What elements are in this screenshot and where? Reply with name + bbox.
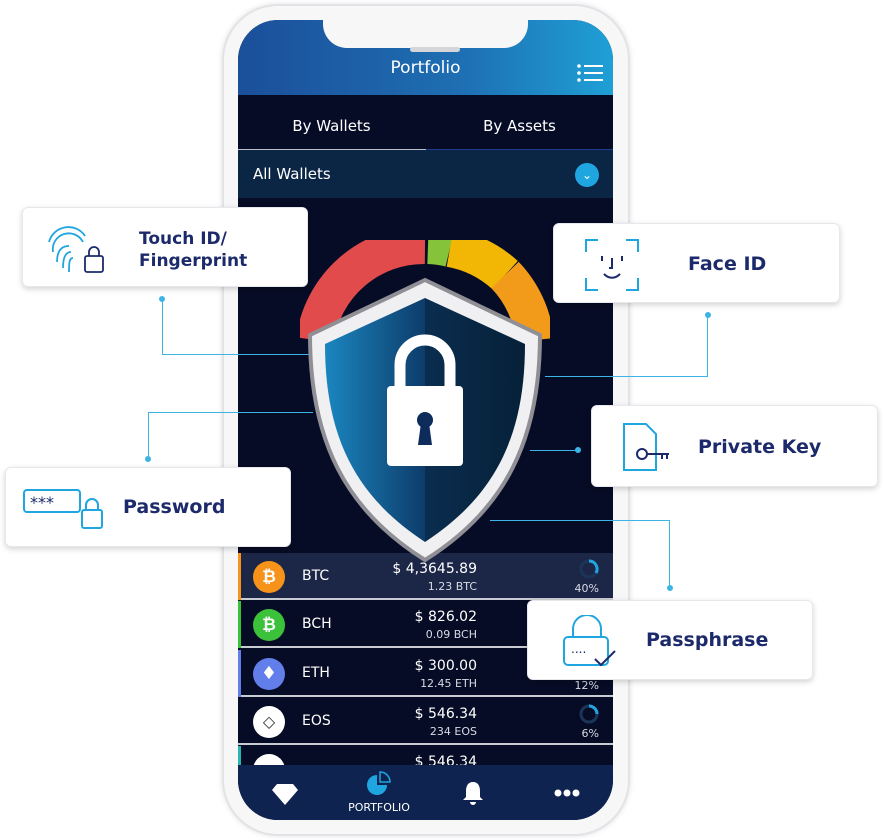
connector [148, 412, 313, 460]
bitcoin-cash-icon: ₿ [253, 609, 285, 641]
feature-card-password: *** Password [5, 467, 291, 547]
passphrase-lock-icon: .... [563, 615, 616, 667]
asset-amount: 12.45 ETH [420, 677, 477, 690]
asset-amount: 0.09 BCH [425, 628, 477, 641]
feature-card-passphrase: .... Passphrase [527, 600, 813, 680]
connector [545, 315, 708, 377]
more-icon [554, 789, 580, 797]
asset-symbol: ETH [302, 665, 330, 681]
tab-by-wallets[interactable]: By Wallets [238, 117, 425, 135]
diamond-icon [272, 784, 298, 805]
list-menu-icon[interactable] [577, 64, 603, 82]
nav-diamond[interactable] [238, 765, 332, 820]
connector-dot [159, 296, 165, 302]
nav-notifications[interactable] [426, 765, 520, 820]
connector-dot [145, 456, 151, 462]
bottom-nav: PORTFOLIO [238, 765, 613, 820]
asset-usd: $ 826.02 [414, 609, 477, 625]
asset-percent: 12% [574, 679, 599, 692]
feature-label: Passphrase [646, 629, 769, 651]
asset-symbol: EOS [302, 713, 331, 729]
tab-by-assets[interactable]: By Assets [426, 117, 613, 135]
connector-dot [575, 447, 581, 453]
svg-text:....: .... [571, 642, 586, 656]
ethereum-icon: ♦ [253, 658, 285, 690]
asset-amount: 1.23 BTC [427, 580, 477, 593]
feature-label: Touch ID/ Fingerprint [139, 229, 248, 271]
speaker [410, 47, 460, 52]
asset-symbol: BCH [302, 616, 332, 632]
asset-usd: $ 546.34 [414, 706, 477, 722]
nav-portfolio[interactable]: PORTFOLIO [332, 765, 426, 820]
page-title: Portfolio [390, 58, 461, 78]
feature-card-private-key: Private Key [591, 405, 878, 487]
feature-label: Password [123, 496, 226, 518]
feature-label: Face ID [688, 253, 767, 275]
password-icon: *** [23, 489, 103, 529]
bitcoin-icon: ₿ [253, 561, 285, 593]
notch [323, 20, 528, 48]
key-document-icon [623, 423, 669, 471]
eos-icon: ◇ [253, 706, 285, 738]
wallet-selector-value: All Wallets [253, 165, 331, 183]
connector [162, 300, 312, 355]
nav-label: PORTFOLIO [348, 801, 410, 814]
feature-card-touch-id: Touch ID/ Fingerprint [22, 207, 308, 287]
wallet-selector[interactable]: All Wallets ⌄ [238, 150, 613, 198]
svg-text:***: *** [30, 493, 54, 512]
feature-card-face-id: Face ID [553, 223, 840, 303]
fingerprint-icon [48, 226, 104, 273]
shield-lock-icon [300, 240, 550, 563]
connector-dot [705, 312, 711, 318]
face-id-icon [585, 239, 639, 291]
tab-bar: By Wallets By Assets [238, 95, 613, 151]
nav-more[interactable] [520, 765, 613, 820]
bell-icon [463, 782, 483, 805]
asset-symbol: BTC [302, 568, 330, 584]
percent-ring-icon [579, 704, 599, 724]
chevron-down-icon[interactable]: ⌄ [575, 163, 599, 187]
asset-percent: 6% [581, 727, 599, 740]
asset-usd: $ 300.00 [414, 658, 477, 674]
asset-amount: 234 EOS [429, 725, 477, 738]
pie-chart-icon [367, 771, 391, 795]
connector-dot [667, 585, 673, 591]
feature-label: Private Key [698, 436, 822, 458]
asset-row[interactable]: ◇ EOS $ 546.34 234 EOS 6% [238, 698, 613, 745]
